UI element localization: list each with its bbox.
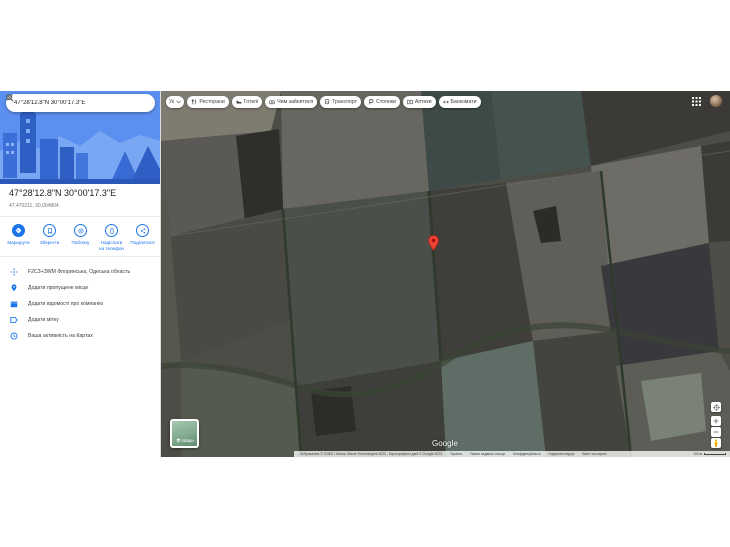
label-icon xyxy=(10,316,18,324)
zoom-out-button[interactable] xyxy=(711,427,721,437)
transit-icon xyxy=(324,99,330,105)
chip-label: Готелі xyxy=(243,99,259,105)
action-label: Маршрути xyxy=(7,240,30,245)
footer-feedback-link[interactable]: Надіслати відгук xyxy=(549,452,575,456)
category-chips: Ук Ресторани Готелі Чим зайнятися Трансп… xyxy=(166,96,481,108)
plus-code-icon xyxy=(10,268,18,276)
language-label: Ук xyxy=(169,99,175,105)
directions-icon xyxy=(12,224,25,237)
search-box[interactable]: 47°28'12.8"N 30°00'17.3"E xyxy=(6,94,155,112)
maps-activity-text: Ваша активність на Картах xyxy=(28,333,93,339)
scale-line xyxy=(704,453,726,455)
search-input[interactable]: 47°28'12.8"N 30°00'17.3"E xyxy=(14,100,119,106)
avatar[interactable] xyxy=(710,95,722,107)
add-missing-place-text: Додати пропущене місце xyxy=(28,285,89,291)
street-view-button[interactable] xyxy=(711,438,721,448)
attribution: Зображення © CNES / Airbus, Maxar Techno… xyxy=(300,452,442,456)
parking-icon xyxy=(368,99,374,105)
my-location-button[interactable] xyxy=(711,402,721,412)
chip-restaurants[interactable]: Ресторани xyxy=(187,96,229,108)
chevron-down-icon xyxy=(176,100,182,104)
history-icon xyxy=(10,332,18,340)
chip-label: Транспорт xyxy=(332,99,358,105)
divider xyxy=(0,216,160,217)
pharmacy-icon xyxy=(407,99,413,105)
chip-label: Стоянки xyxy=(376,99,396,105)
share-icon xyxy=(136,224,149,237)
phone-icon xyxy=(105,224,118,237)
action-label: Поблизу xyxy=(71,240,90,245)
layers-button[interactable]: Шари xyxy=(170,419,199,448)
footer-terms-link[interactable]: Умови надання послуг xyxy=(470,452,505,456)
directions-button[interactable]: Маршрути xyxy=(4,224,33,251)
map-footer: Зображення © CNES / Airbus, Maxar Techno… xyxy=(294,451,730,457)
chip-parking[interactable]: Стоянки xyxy=(364,96,400,108)
business-icon xyxy=(10,300,18,308)
info-list: F2C3+3WM Флоринська, Одеська область Дод… xyxy=(0,264,160,344)
add-business-row[interactable]: Додати відомості про компанію xyxy=(0,296,160,312)
chip-label: Банкомати xyxy=(450,99,477,105)
scale-label: 100 м xyxy=(693,452,702,456)
nearby-button[interactable]: Поблизу xyxy=(66,224,95,251)
plus-code-text: F2C3+3WM Флоринська, Одеська область xyxy=(28,269,131,275)
divider xyxy=(0,256,160,257)
bookmark-icon xyxy=(43,224,56,237)
share-button[interactable]: Поділитися xyxy=(128,224,157,251)
chip-pharmacies[interactable]: Аптеки xyxy=(402,96,436,108)
maps-activity-row[interactable]: Ваша активність на Картах xyxy=(0,328,160,344)
add-place-icon xyxy=(10,284,18,292)
place-title: 47°28'12.8"N 30°00'17.3"E xyxy=(9,188,117,198)
chip-atms[interactable]: Банкомати xyxy=(438,96,481,108)
footer-privacy-link[interactable]: Конфіденційність xyxy=(513,452,540,456)
scale-bar[interactable]: 100 м xyxy=(693,452,726,456)
decimal-coordinates[interactable]: 47.470211, 30.004804 xyxy=(9,203,59,209)
maps-window: 47°28'12.8"N 30°00'17.3"E 47°28'12.8"N 3… xyxy=(0,91,730,457)
hotel-icon xyxy=(236,99,242,105)
layers-icon xyxy=(176,438,181,443)
chip-hotels[interactable]: Готелі xyxy=(231,96,263,108)
add-label-row[interactable]: Додати мітку xyxy=(0,312,160,328)
satellite-map[interactable]: Ук Ресторани Готелі Чим зайнятися Трансп… xyxy=(161,91,730,457)
add-label-text: Додати мітку xyxy=(28,317,59,323)
chip-label: Аптеки xyxy=(414,99,432,105)
location-pin-icon[interactable] xyxy=(428,235,439,251)
zoom-in-button[interactable] xyxy=(711,416,721,426)
chip-label: Чим зайнятися xyxy=(277,99,314,105)
my-location-icon xyxy=(712,403,720,411)
action-label: Поділитися xyxy=(130,240,155,245)
footer-country[interactable]: Україна xyxy=(450,452,462,456)
chip-things-to-do[interactable]: Чим зайнятися xyxy=(265,96,318,108)
chip-transit[interactable]: Транспорт xyxy=(320,96,362,108)
add-business-text: Додати відомості про компанію xyxy=(28,301,104,307)
add-missing-place-row[interactable]: Додати пропущене місце xyxy=(0,280,160,296)
plus-code-row[interactable]: F2C3+3WM Флоринська, Одеська область xyxy=(0,264,160,280)
footer-content-link[interactable]: Вміст на картах xyxy=(582,452,607,456)
minus-icon xyxy=(713,431,719,433)
nearby-icon xyxy=(74,224,87,237)
apps-grid-icon[interactable] xyxy=(692,97,701,106)
close-icon[interactable] xyxy=(6,94,151,110)
action-bar: Маршрути Зберегти Поблизу Надіслати на т… xyxy=(4,224,157,251)
save-button[interactable]: Зберегти xyxy=(35,224,64,251)
place-hero-illustration: 47°28'12.8"N 30°00'17.3"E xyxy=(0,91,160,184)
place-panel: 47°28'12.8"N 30°00'17.3"E 47°28'12.8"N 3… xyxy=(0,91,161,457)
atm-icon xyxy=(442,99,449,105)
satellite-imagery xyxy=(161,91,730,457)
send-to-phone-button[interactable]: Надіслати на телефон xyxy=(97,224,126,251)
search-icon[interactable] xyxy=(6,94,133,110)
google-logo: Google xyxy=(432,439,458,448)
attractions-icon xyxy=(269,99,275,105)
action-label: Надіслати на телефон xyxy=(99,240,124,251)
pegman-icon xyxy=(714,439,718,447)
plus-icon xyxy=(713,418,719,424)
language-chip[interactable]: Ук xyxy=(166,96,185,108)
chip-label: Ресторани xyxy=(199,99,225,105)
layers-label: Шари xyxy=(182,438,194,443)
restaurant-icon xyxy=(191,99,197,105)
action-label: Зберегти xyxy=(39,240,60,245)
